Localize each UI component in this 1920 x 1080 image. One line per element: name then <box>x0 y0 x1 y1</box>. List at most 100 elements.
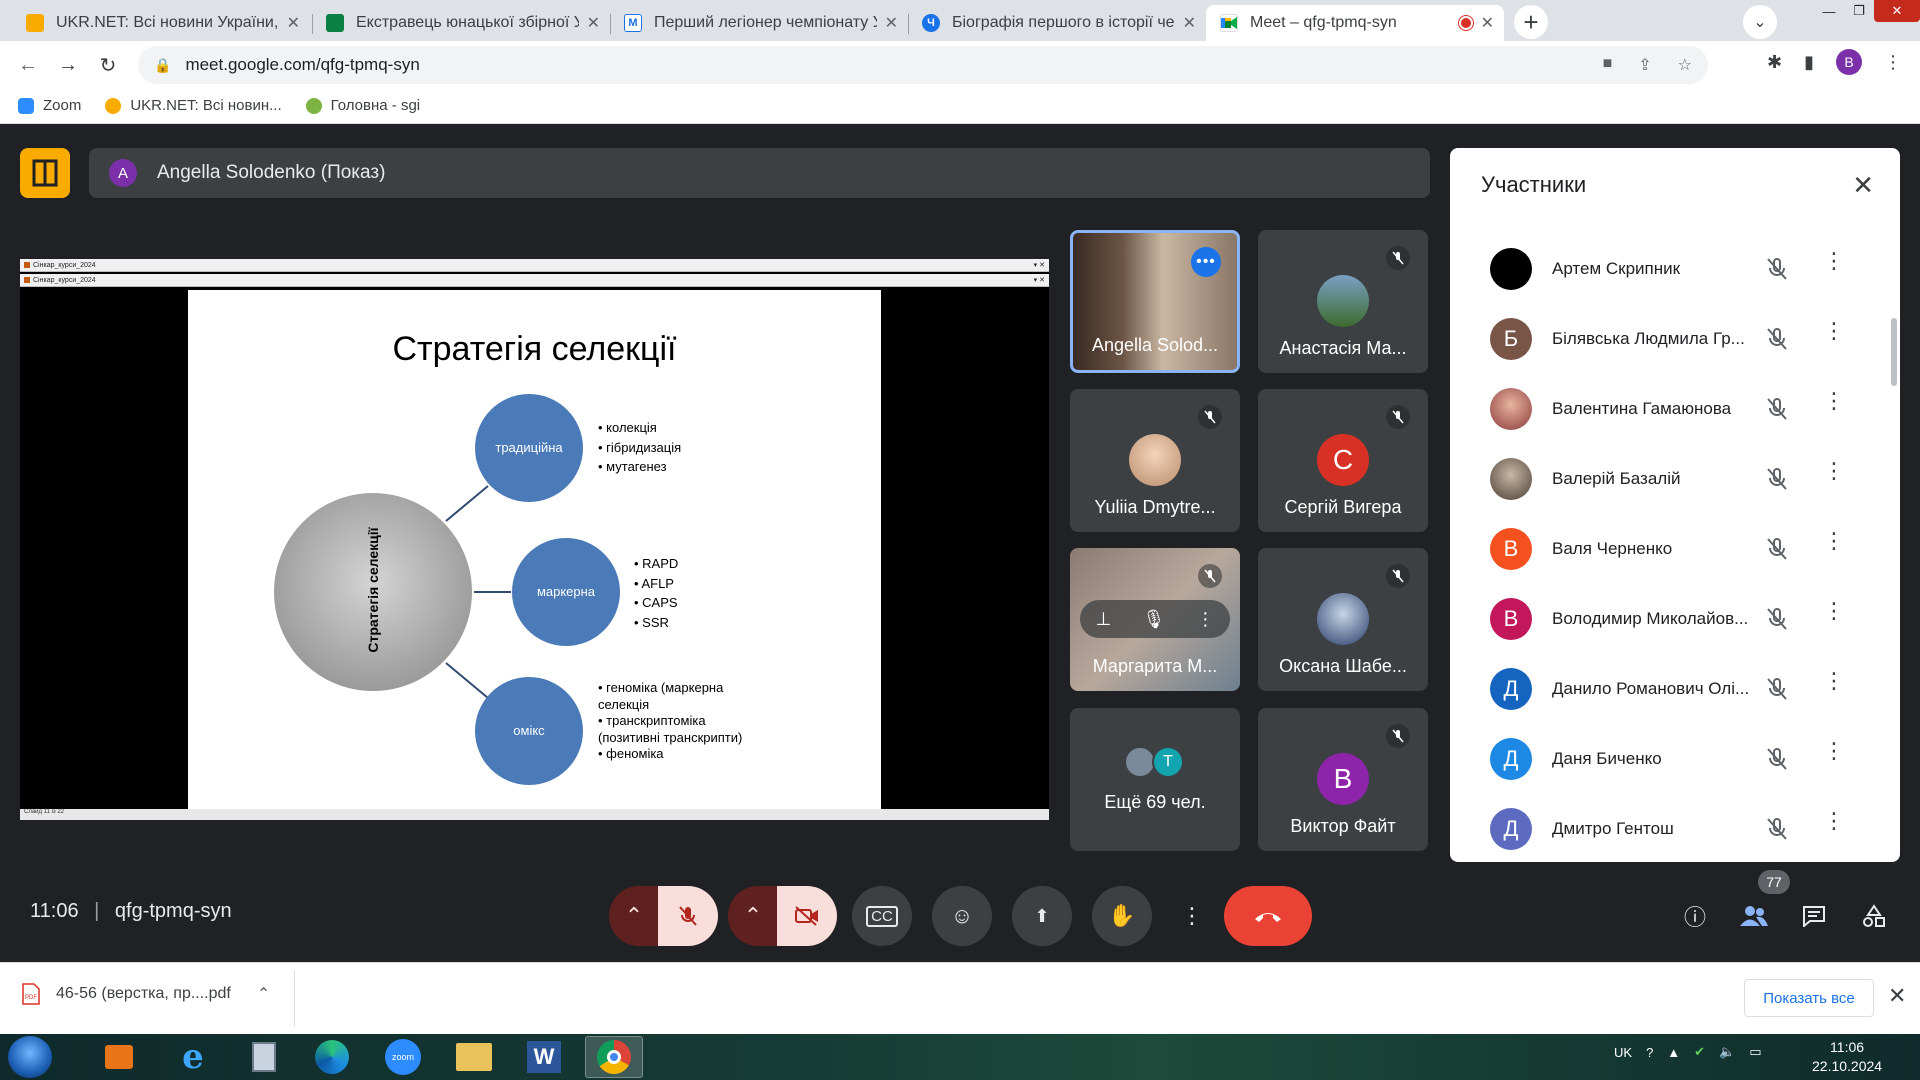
more-vert-icon[interactable]: ⋮ <box>1823 250 1845 272</box>
audio-options-chevron-up-icon[interactable]: ⌃ <box>609 886 659 946</box>
more-vert-icon[interactable]: ⋮ <box>1823 600 1845 622</box>
more-options-icon[interactable]: ••• <box>1191 247 1221 277</box>
calculator-icon[interactable] <box>235 1036 293 1078</box>
address-bar[interactable]: 🔒 meet.google.com/qfg-tpmq-syn ■ ⇪ ☆ <box>138 46 1708 84</box>
chat-icon[interactable] <box>1798 900 1830 932</box>
participant-tile[interactable]: С Сергій Вигера <box>1258 389 1428 532</box>
list-item[interactable]: В Валя Черненко ⋮ <box>1450 514 1900 584</box>
zoom-app-icon[interactable]: zoom <box>374 1036 432 1078</box>
avatar: В <box>1490 528 1532 570</box>
present-screen-button[interactable]: ⬆ <box>1012 886 1072 946</box>
minimize-icon[interactable]: — <box>1814 0 1844 22</box>
taskbar-clock[interactable]: 11:06 22.10.2024 <box>1812 1038 1882 1076</box>
captions-button[interactable]: CC <box>852 886 912 946</box>
participant-tile[interactable]: Оксана Шабе... <box>1258 548 1428 691</box>
meet-present-pin-icon[interactable] <box>20 148 70 198</box>
raise-hand-button[interactable]: ✋ <box>1092 886 1152 946</box>
leave-call-button[interactable] <box>1224 886 1312 946</box>
pin-icon[interactable]: ⊥ <box>1096 609 1112 630</box>
maximize-icon[interactable]: ❐ <box>1844 0 1874 22</box>
participant-tile[interactable]: ⊥ 🎙 ⋮ Маргарита М... <box>1070 548 1240 691</box>
more-options-icon[interactable]: ⋮ <box>1196 609 1214 630</box>
more-vert-icon[interactable]: ⋮ <box>1823 740 1845 762</box>
more-vert-icon[interactable]: ⋮ <box>1823 530 1845 552</box>
camera-in-use-icon[interactable]: ■ <box>1603 55 1613 75</box>
video-options-chevron-up-icon[interactable]: ⌃ <box>728 886 778 946</box>
forward-arrow-icon[interactable]: → <box>52 49 84 81</box>
bookmark-sgi[interactable]: Головна - sgi <box>305 97 420 114</box>
participant-tile[interactable]: ••• Angella Solod... <box>1070 230 1240 373</box>
close-tab-icon[interactable]: ✕ <box>1183 13 1196 33</box>
close-tab-icon[interactable]: ✕ <box>287 13 300 33</box>
edge-icon[interactable] <box>303 1036 361 1078</box>
list-item[interactable]: Валерій Базалій ⋮ <box>1450 444 1900 514</box>
participant-tile[interactable]: В Виктор Файт <box>1258 708 1428 851</box>
others-tile[interactable]: Т Ещё 69 чел. <box>1070 708 1240 851</box>
show-all-downloads-button[interactable]: Показать все <box>1744 979 1874 1017</box>
more-vert-icon: ⋮ <box>1181 903 1203 928</box>
network-icon[interactable]: ✔ <box>1694 1044 1705 1060</box>
participant-tile[interactable]: Анастасія Ма... <box>1258 230 1428 373</box>
reactions-button[interactable]: ☺ <box>932 886 992 946</box>
back-arrow-icon[interactable]: ← <box>12 49 44 81</box>
language-indicator[interactable]: UK <box>1614 1045 1632 1060</box>
mute-participant-icon[interactable]: 🎙 <box>1142 609 1165 630</box>
scrollbar-thumb[interactable] <box>1891 318 1897 386</box>
more-vert-icon[interactable]: ⋮ <box>1823 670 1845 692</box>
more-vert-icon[interactable]: ⋮ <box>1823 390 1845 412</box>
list-item[interactable]: Валентина Гамаюнова ⋮ <box>1450 374 1900 444</box>
browser-tab-active[interactable]: Meet – qfg-tpmq-syn ✕ <box>1206 5 1504 41</box>
list-item[interactable]: Д Данило Романович Олі... ⋮ <box>1450 654 1900 724</box>
profile-avatar[interactable]: B <box>1836 49 1862 75</box>
more-vert-icon[interactable]: ⋮ <box>1823 810 1845 832</box>
close-shelf-icon[interactable]: ✕ <box>1888 983 1906 1009</box>
start-button-windows-icon[interactable] <box>8 1036 52 1078</box>
extensions-puzzle-icon[interactable]: ✱ <box>1767 52 1782 73</box>
download-item[interactable]: PDF 46-56 (верстка, пр....pdf ⌃ <box>22 983 270 1005</box>
more-vert-icon[interactable]: ⋮ <box>1823 460 1845 482</box>
browser-tab[interactable]: M Перший легіонер чемпіонату Ук ✕ <box>610 5 908 41</box>
close-window-icon[interactable]: ✕ <box>1874 0 1920 22</box>
file-explorer-folder-icon[interactable] <box>445 1036 503 1078</box>
activities-icon[interactable] <box>1858 900 1890 932</box>
list-item[interactable]: Артем Скрипник ⋮ <box>1450 234 1900 304</box>
chevron-up-icon[interactable]: ⌃ <box>257 984 270 1004</box>
people-icon[interactable] <box>1738 900 1770 932</box>
bookmark-star-icon[interactable]: ☆ <box>1678 55 1692 75</box>
close-tab-icon[interactable]: ✕ <box>587 13 600 33</box>
meeting-details-info-icon[interactable]: ⓘ <box>1679 900 1711 932</box>
mic-toggle-button[interactable] <box>658 886 718 946</box>
list-item[interactable]: Д Дмитро Гентош ⋮ <box>1450 794 1900 862</box>
close-tab-icon[interactable]: ✕ <box>1481 13 1494 33</box>
more-vert-icon[interactable]: ⋮ <box>1823 320 1845 342</box>
close-tab-icon[interactable]: ✕ <box>885 13 898 33</box>
bookmark-ukrnet[interactable]: UKR.NET: Всі новин... <box>105 97 282 114</box>
help-icon[interactable]: ? <box>1646 1045 1653 1060</box>
camera-toggle-button[interactable] <box>777 886 837 946</box>
participant-tile[interactable]: Yuliia Dmytre... <box>1070 389 1240 532</box>
side-panel-icon[interactable]: ▮ <box>1804 52 1814 73</box>
word-icon[interactable]: W <box>515 1036 573 1078</box>
show-hidden-icons-chevron-up-icon[interactable]: ▲ <box>1667 1045 1680 1060</box>
tab-search-chevron-down-icon[interactable]: ⌄ <box>1743 5 1777 39</box>
browser-tab[interactable]: Екстравець юнацької збірної Ук ✕ <box>312 5 610 41</box>
lock-icon[interactable]: 🔒 <box>154 57 171 74</box>
browser-tab[interactable]: Ч Біографія першого в історії чем ✕ <box>908 5 1206 41</box>
chrome-icon[interactable] <box>585 1036 643 1078</box>
browser-tab[interactable]: UKR.NET: Всі новини України, ос ✕ <box>12 5 310 41</box>
list-item[interactable]: Д Даня Биченко ⋮ <box>1450 724 1900 794</box>
display-icon[interactable]: ▭ <box>1749 1044 1761 1060</box>
list-item[interactable]: Б Білявська Людмила Гр... ⋮ <box>1450 304 1900 374</box>
close-panel-icon[interactable]: ✕ <box>1852 170 1874 201</box>
bookmark-zoom[interactable]: Zoom <box>18 97 81 114</box>
list-item[interactable]: В Володимир Миколайов... ⋮ <box>1450 584 1900 654</box>
more-options-button[interactable]: ⋮ <box>1172 886 1212 946</box>
internet-explorer-icon[interactable]: e <box>164 1036 222 1078</box>
new-tab-button[interactable]: + <box>1514 5 1548 39</box>
media-player-icon[interactable] <box>90 1036 148 1078</box>
participant-name: Анастасія Ма... <box>1279 338 1407 358</box>
chrome-menu-icon[interactable]: ⋮ <box>1884 52 1902 73</box>
share-icon[interactable]: ⇪ <box>1638 55 1651 75</box>
volume-icon[interactable]: 🔈 <box>1719 1044 1735 1060</box>
reload-icon[interactable]: ↻ <box>92 49 124 81</box>
